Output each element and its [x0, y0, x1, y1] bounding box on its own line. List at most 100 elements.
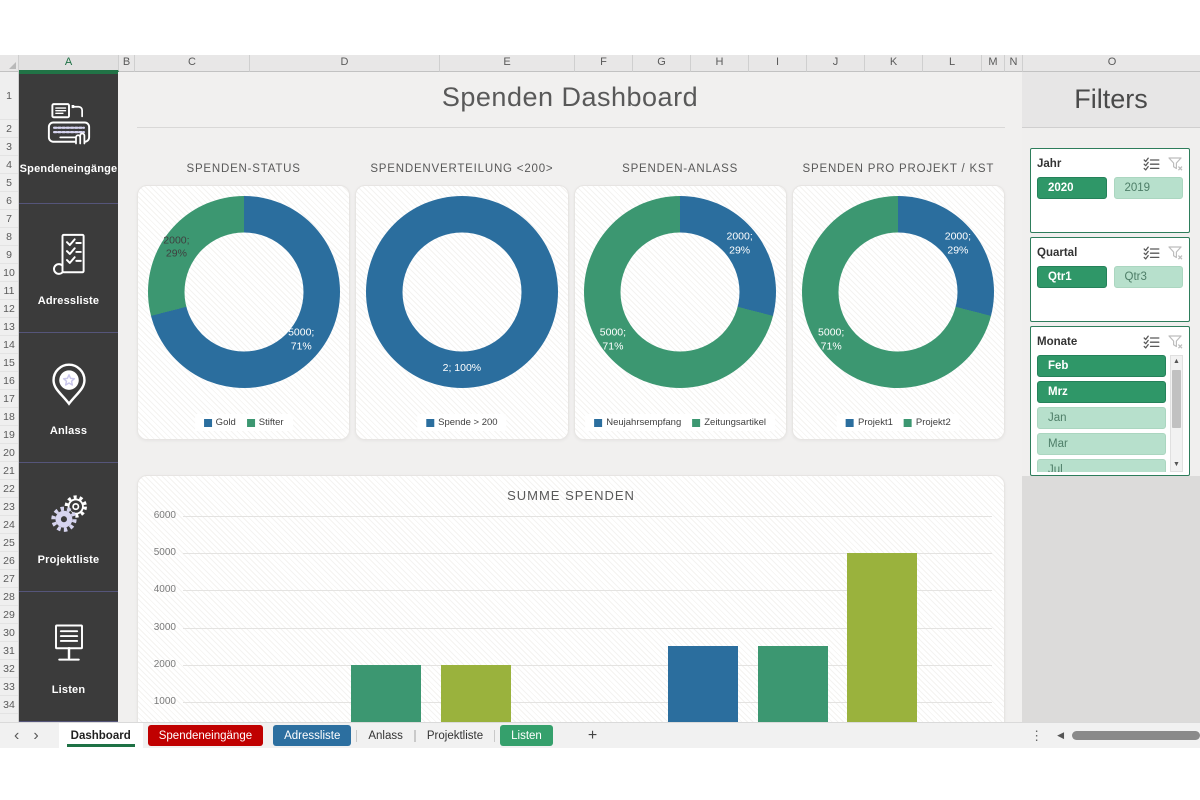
column-header-F[interactable]: F [575, 55, 633, 72]
tab-spendeneingänge[interactable]: Spendeneingänge [148, 725, 263, 746]
column-header-K[interactable]: K [865, 55, 923, 72]
row-header-9[interactable]: 9 [0, 246, 18, 264]
sidebar-item-anlass[interactable]: Anlass [19, 333, 118, 463]
column-header-E[interactable]: E [440, 55, 575, 72]
row-header-7[interactable]: 7 [0, 210, 18, 228]
bar-chart-card[interactable]: SUMME SPENDEN 600050004000300020001000 [137, 475, 1005, 722]
row-header-3[interactable]: 3 [0, 138, 18, 156]
row-header-29[interactable]: 29 [0, 606, 18, 624]
slicer-item-feb[interactable]: Feb [1037, 355, 1166, 377]
tab-nav-right-icon[interactable]: › [33, 723, 38, 749]
slicer-item-jul[interactable]: Jul [1037, 459, 1166, 472]
sidebar-item-adressliste[interactable]: Adressliste [19, 204, 118, 334]
multiselect-icon[interactable] [1143, 335, 1160, 349]
column-header-D[interactable]: D [250, 55, 440, 72]
slicer-item-mrz[interactable]: Mrz [1037, 381, 1166, 403]
column-header-I[interactable]: I [749, 55, 807, 72]
row-header-2[interactable]: 2 [0, 120, 18, 138]
row-header-28[interactable]: 28 [0, 588, 18, 606]
row-header-27[interactable]: 27 [0, 570, 18, 588]
tab-projektliste[interactable]: Projektliste [415, 723, 495, 749]
clear-filter-icon[interactable] [1168, 335, 1183, 349]
donut-chart-spenden-pro-projekt-kst[interactable]: 2000; 29%5000; 71%Projekt1Projekt2 [792, 185, 1005, 440]
column-header-H[interactable]: H [691, 55, 749, 72]
tab-nav-left-icon[interactable]: ‹ [14, 723, 19, 749]
column-header-C[interactable]: C [135, 55, 250, 72]
row-header-12[interactable]: 12 [0, 300, 18, 318]
slicer-item-qtr1[interactable]: Qtr1 [1037, 266, 1107, 288]
row-header-4[interactable]: 4 [0, 156, 18, 174]
row-header-22[interactable]: 22 [0, 480, 18, 498]
row-header-11[interactable]: 11 [0, 282, 18, 300]
row-header-8[interactable]: 8 [0, 228, 18, 246]
column-header-G[interactable]: G [633, 55, 691, 72]
slicer-item-jan[interactable]: Jan [1037, 407, 1166, 429]
data-label: 2000; 29% [715, 230, 765, 257]
slicer-item-qtr3[interactable]: Qtr3 [1114, 266, 1184, 288]
row-header-17[interactable]: 17 [0, 390, 18, 408]
row-header-34[interactable]: 34 [0, 696, 18, 714]
column-header-N[interactable]: N [1005, 55, 1023, 72]
dashboard-area: Spenden Dashboard SPENDEN-STATUS2000; 29… [118, 72, 1022, 722]
column-header-J[interactable]: J [807, 55, 865, 72]
scroll-down-icon[interactable]: ▼ [1173, 459, 1180, 471]
donut-chart-spendenverteilung-200-[interactable]: 2; 100%Spende > 200 [355, 185, 568, 440]
column-header-O[interactable]: O [1023, 55, 1200, 72]
donut-chart-spenden-anlass[interactable]: 2000; 29%5000; 71%NeujahrsempfangZeitung… [574, 185, 787, 440]
row-header-19[interactable]: 19 [0, 426, 18, 444]
filters-body: Jahr 20202019Quartal Qtr1Qtr3Monate FebM… [1022, 128, 1200, 476]
add-sheet-button[interactable]: + [588, 727, 597, 745]
column-header-A[interactable]: A [19, 55, 119, 72]
slicer-scrollbar[interactable]: ▲▼ [1170, 355, 1183, 472]
tab-listen[interactable]: Listen [500, 725, 553, 746]
row-header-32[interactable]: 32 [0, 660, 18, 678]
row-header-24[interactable]: 24 [0, 516, 18, 534]
row-header-23[interactable]: 23 [0, 498, 18, 516]
scroll-up-icon[interactable]: ▲ [1173, 356, 1180, 368]
tabbar-resize-handle-icon[interactable]: ⋮ [1030, 728, 1043, 744]
hscroll-left-arrow-icon[interactable]: ◀ [1057, 730, 1064, 741]
row-header-31[interactable]: 31 [0, 642, 18, 660]
bar-chart-title: SUMME SPENDEN [138, 488, 1004, 503]
column-header-M[interactable]: M [982, 55, 1005, 72]
legend-item-neujahrsempfang: Neujahrsempfang [594, 417, 681, 428]
tab-adressliste[interactable]: Adressliste [273, 725, 351, 746]
row-header-15[interactable]: 15 [0, 354, 18, 372]
clear-filter-icon[interactable] [1168, 157, 1183, 171]
row-header-14[interactable]: 14 [0, 336, 18, 354]
tab-anlass[interactable]: Anlass [356, 723, 415, 749]
gridline-6000 [183, 516, 992, 517]
column-header-L[interactable]: L [923, 55, 982, 72]
multiselect-icon[interactable] [1143, 246, 1160, 260]
slicer-item-2019[interactable]: 2019 [1114, 177, 1184, 199]
row-header-13[interactable]: 13 [0, 318, 18, 336]
scroll-thumb[interactable] [1172, 370, 1181, 428]
donut-chart-spenden-status[interactable]: 2000; 29%5000; 71%GoldStifter [137, 185, 350, 440]
row-header-16[interactable]: 16 [0, 372, 18, 390]
horizontal-scrollbar-thumb[interactable] [1072, 731, 1200, 740]
row-header-30[interactable]: 30 [0, 624, 18, 642]
sidebar-item-listen[interactable]: Listen [19, 592, 118, 722]
column-header-B[interactable]: B [119, 55, 135, 72]
row-header-10[interactable]: 10 [0, 264, 18, 282]
row-header-6[interactable]: 6 [0, 192, 18, 210]
row-header-5[interactable]: 5 [0, 174, 18, 192]
excel-window: ABCDEFGHIJKLMNO 123456789101112131415161… [0, 0, 1200, 800]
row-header-25[interactable]: 25 [0, 534, 18, 552]
row-header-1[interactable]: 1 [0, 72, 18, 120]
row-header-20[interactable]: 20 [0, 444, 18, 462]
select-all-corner[interactable] [0, 55, 19, 72]
row-header-26[interactable]: 26 [0, 552, 18, 570]
row-header-21[interactable]: 21 [0, 462, 18, 480]
tab-dashboard[interactable]: Dashboard [59, 723, 143, 749]
slicer-item-2020[interactable]: 2020 [1037, 177, 1107, 199]
sidebar-item-spendeneingänge[interactable]: Spendeneingänge [19, 74, 118, 204]
multiselect-icon[interactable] [1143, 157, 1160, 171]
row-header-33[interactable]: 33 [0, 678, 18, 696]
row-header-18[interactable]: 18 [0, 408, 18, 426]
sidebar-item-projektliste[interactable]: Projektliste [19, 463, 118, 593]
clear-filter-icon[interactable] [1168, 246, 1183, 260]
slicer-item-mar[interactable]: Mar [1037, 433, 1166, 455]
scroll-track[interactable] [1171, 368, 1182, 459]
chart-section-spenden-pro-projekt-kst: SPENDEN PRO PROJEKT / KST2000; 29%5000; … [792, 152, 1005, 440]
